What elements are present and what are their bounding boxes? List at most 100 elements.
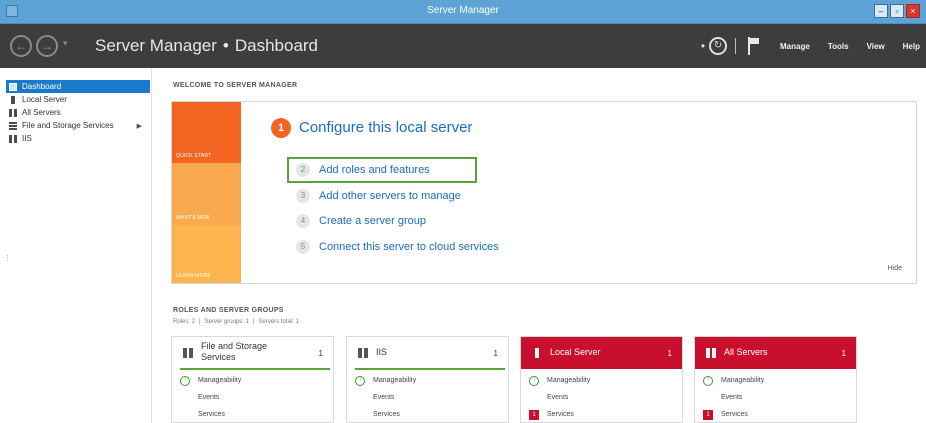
tab-quick-start[interactable]: QUICK START xyxy=(172,102,241,163)
sidebar-item-label: Dashboard xyxy=(22,82,62,91)
sidebar-item-dashboard[interactable]: Dashboard xyxy=(6,80,150,93)
alert-count-badge: 1 xyxy=(703,409,713,420)
sidebar-list: Dashboard Local Server All Servers File … xyxy=(0,80,152,145)
quick-start-panel: QUICK START WHAT'S NEW LEARN MORE 1 Conf… xyxy=(171,101,917,284)
breadcrumb-page: Dashboard xyxy=(234,36,319,55)
storage-icon xyxy=(9,121,17,130)
server-icon xyxy=(535,348,539,358)
hide-link[interactable]: Hide xyxy=(888,265,902,272)
servers-icon xyxy=(706,348,716,358)
card-row-services[interactable]: Services xyxy=(180,409,225,420)
card-title: IIS xyxy=(376,347,388,357)
tab-whats-new[interactable]: WHAT'S NEW xyxy=(172,163,241,225)
sidebar-item-label: Local Server xyxy=(22,95,67,104)
status-ok-line xyxy=(180,368,330,370)
card-row-services[interactable]: 1 Services xyxy=(529,409,574,420)
roles-summary: Roles: 2 | Server groups: 1 | Servers total:… xyxy=(173,319,299,325)
header-actions: • ↻ Manage Tools View Help xyxy=(701,24,926,68)
sidebar-item-all-servers[interactable]: All Servers xyxy=(6,106,150,119)
breadcrumb-separator: • xyxy=(222,36,229,55)
app-header: ← → ▾ Server Manager • Dashboard • ↻ Manag… xyxy=(0,24,926,68)
row-label: Services xyxy=(721,411,748,418)
card-header[interactable]: IIS 1 xyxy=(347,337,508,369)
refresh-icon[interactable]: ↻ xyxy=(709,37,728,55)
row-label: Manageability xyxy=(198,377,242,384)
menu-help[interactable]: Help xyxy=(903,42,920,51)
menu-manage[interactable]: Manage xyxy=(780,42,810,51)
card-title: All Servers xyxy=(724,347,768,357)
menu-tools[interactable]: Tools xyxy=(828,42,849,51)
sidebar-resize-grip-icon[interactable]: ⋮ xyxy=(4,254,11,262)
card-row-events[interactable]: Events xyxy=(180,392,219,403)
tab-label: WHAT'S NEW xyxy=(176,215,210,221)
card-row-services[interactable]: 1 Services xyxy=(703,409,748,420)
step-number-badge: 3 xyxy=(296,189,310,203)
configure-local-server-link[interactable]: Configure this local server xyxy=(299,119,472,136)
expand-arrow-icon[interactable]: ▶ xyxy=(137,122,142,130)
ok-status-icon: ↑ xyxy=(529,375,539,386)
row-label: Manageability xyxy=(721,377,765,384)
card-count: 1 xyxy=(841,349,846,358)
servers-total-count: Servers total: 1 xyxy=(258,319,299,325)
card-row-events[interactable]: Events xyxy=(703,392,742,403)
card-row-events[interactable]: Events xyxy=(355,392,394,403)
connect-cloud-link[interactable]: Connect this server to cloud services xyxy=(319,241,499,253)
menu-view[interactable]: View xyxy=(867,42,885,51)
card-row-manageability[interactable]: ↑ Manageability xyxy=(703,375,764,386)
close-button[interactable]: × xyxy=(906,4,920,18)
step-add-roles[interactable]: 2 Add roles and features xyxy=(296,162,430,178)
summary-separator: | xyxy=(199,319,201,325)
sidebar-item-local-server[interactable]: Local Server xyxy=(6,93,150,106)
tab-learn-more[interactable]: LEARN MORE xyxy=(172,225,241,283)
card-row-manageability[interactable]: ↑ Manageability xyxy=(355,375,416,386)
row-label: Events xyxy=(198,394,220,401)
sidebar-item-file-storage[interactable]: File and Storage Services ▶ xyxy=(6,119,150,132)
window-title: Server Manager xyxy=(427,5,499,16)
role-card-all-servers[interactable]: All Servers 1 ↑ Manageability Events 1 S… xyxy=(694,336,857,423)
refresh-dropdown-icon[interactable]: • xyxy=(701,39,705,53)
maximize-button[interactable]: ▫ xyxy=(890,4,904,18)
card-title: Local Server xyxy=(550,347,601,357)
card-header[interactable]: File and Storage Services 1 xyxy=(172,337,333,369)
header-divider xyxy=(735,38,737,54)
card-row-manageability[interactable]: ↑ Manageability xyxy=(529,375,590,386)
window-controls: – ▫ × xyxy=(874,4,920,18)
roles-title: ROLES AND SERVER GROUPS xyxy=(173,307,284,314)
welcome-title: WELCOME TO SERVER MANAGER xyxy=(173,82,298,89)
row-label: Manageability xyxy=(547,377,591,384)
row-label: Services xyxy=(373,411,400,418)
sidebar: Dashboard Local Server All Servers File … xyxy=(0,68,152,423)
step-add-servers[interactable]: 3 Add other servers to manage xyxy=(296,188,461,204)
create-server-group-link[interactable]: Create a server group xyxy=(319,215,426,227)
dashboard-icon xyxy=(9,82,17,91)
card-row-manageability[interactable]: ↑ Manageability xyxy=(180,375,241,386)
breadcrumb: Server Manager • Dashboard xyxy=(95,36,318,56)
iis-icon xyxy=(358,348,368,358)
card-header[interactable]: Local Server 1 xyxy=(521,337,682,369)
minimize-button[interactable]: – xyxy=(874,4,888,18)
forward-button[interactable]: → xyxy=(36,35,58,57)
sidebar-item-label: All Servers xyxy=(22,108,61,117)
card-row-events[interactable]: Events xyxy=(529,392,568,403)
sidebar-item-iis[interactable]: IIS xyxy=(6,132,150,145)
sidebar-item-label: IIS xyxy=(22,134,32,143)
role-card-iis[interactable]: IIS 1 ↑ Manageability Events Services xyxy=(346,336,509,423)
step-create-group[interactable]: 4 Create a server group xyxy=(296,213,426,229)
ok-status-icon: ↑ xyxy=(703,375,713,386)
row-label: Events xyxy=(547,394,569,401)
step-connect-cloud[interactable]: 5 Connect this server to cloud services xyxy=(296,239,499,255)
iis-icon xyxy=(9,134,17,143)
back-button[interactable]: ← xyxy=(10,35,32,57)
notifications-flag-icon[interactable] xyxy=(746,37,760,55)
role-card-file-storage[interactable]: File and Storage Services 1 ↑ Manageabil… xyxy=(171,336,334,423)
servers-icon xyxy=(9,108,17,117)
step-number-badge: 4 xyxy=(296,214,310,228)
card-row-services[interactable]: Services xyxy=(355,409,400,420)
add-servers-link[interactable]: Add other servers to manage xyxy=(319,190,461,202)
card-header[interactable]: All Servers 1 xyxy=(695,337,856,369)
history-dropdown-icon[interactable]: ▾ xyxy=(63,38,68,49)
add-roles-features-link[interactable]: Add roles and features xyxy=(319,164,430,176)
role-card-local-server[interactable]: Local Server 1 ↑ Manageability Events 1 … xyxy=(520,336,683,423)
tab-label: QUICK START xyxy=(176,153,212,159)
row-label: Events xyxy=(373,394,395,401)
